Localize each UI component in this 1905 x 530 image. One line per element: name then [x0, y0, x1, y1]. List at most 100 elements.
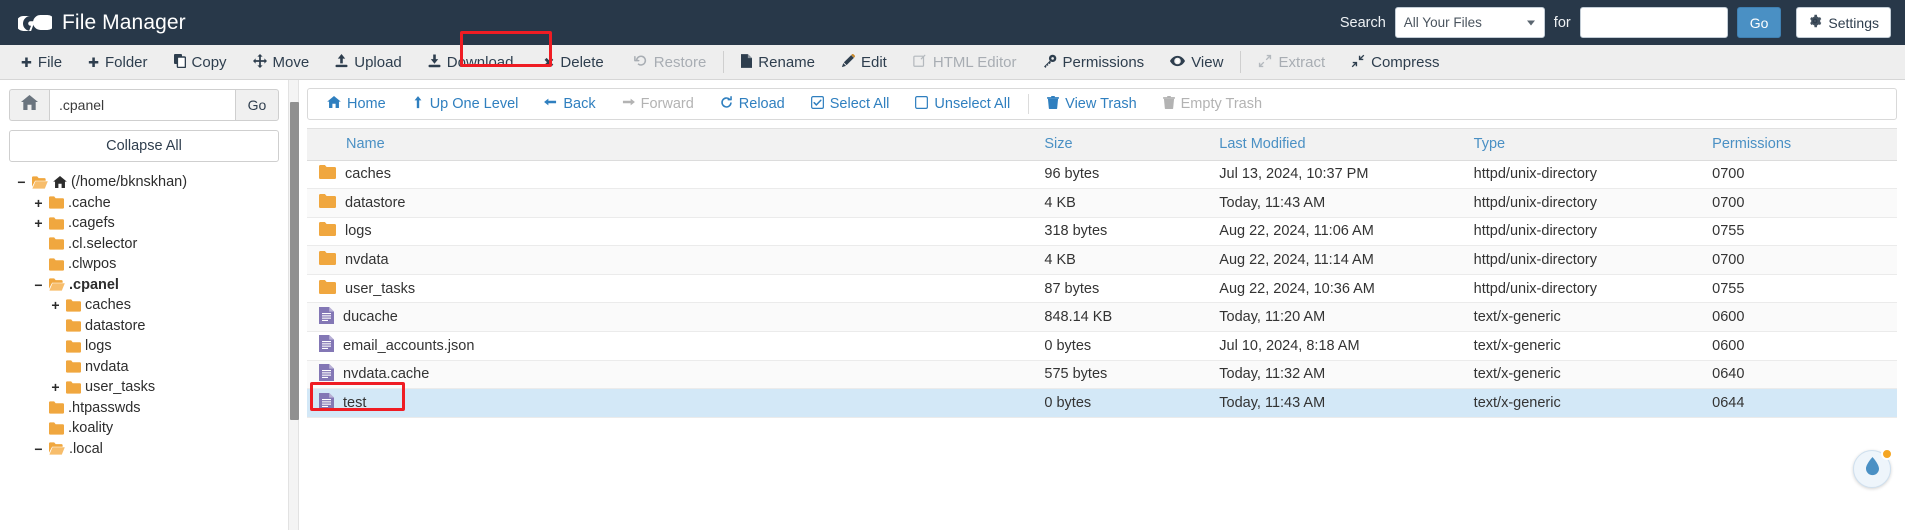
file-icon — [319, 392, 334, 414]
toolbar-rename[interactable]: Rename — [728, 45, 828, 80]
tree-node[interactable]: + user_tasks — [9, 377, 279, 398]
nav-label: Empty Trash — [1180, 96, 1263, 112]
column-header-permissions[interactable]: Permissions — [1706, 129, 1897, 161]
expand-plus-icon[interactable]: + — [32, 196, 45, 210]
sidebar-scrollbar[interactable] — [288, 80, 299, 530]
tree-node-label: .clwpos — [68, 256, 117, 273]
nav-home[interactable]: Home — [314, 89, 399, 119]
cell-name[interactable]: test — [307, 388, 1039, 418]
nav-forward: Forward — [609, 89, 707, 119]
nav-view-trash[interactable]: View Trash — [1034, 89, 1149, 119]
table-row[interactable]: email_accounts.json 0 bytes Jul 10, 2024, … — [307, 331, 1897, 361]
main-body: Go Collapse All − (/home/bknskhan) + .cache… — [0, 80, 1905, 530]
cell-name[interactable]: user_tasks — [307, 274, 1039, 304]
table-row[interactable]: test 0 bytes Today, 11:43 AM text/x-generic… — [307, 388, 1897, 418]
tree-node-label: user_tasks — [85, 379, 156, 396]
column-header-size[interactable]: Size — [1038, 129, 1214, 161]
tree-node[interactable]: − .local — [9, 439, 279, 460]
toolbar-label: Folder — [104, 53, 148, 71]
trash-icon — [1162, 95, 1175, 113]
checkbox-empty-icon — [915, 95, 929, 113]
toolbar-permissions[interactable]: Permissions — [1030, 45, 1158, 80]
nav-up-one-level[interactable]: Up One Level — [399, 89, 532, 119]
nav-back[interactable]: Back — [531, 89, 608, 119]
nav-reload[interactable]: Reload — [707, 89, 798, 119]
tree-node[interactable]: .koality — [9, 418, 279, 439]
cell-name[interactable]: caches — [307, 160, 1039, 190]
toolbar-download[interactable]: Download — [415, 45, 527, 80]
tree-node[interactable]: nvdata — [9, 357, 279, 378]
cell-size: 575 bytes — [1038, 360, 1214, 390]
tree-node-label: .cagefs — [68, 215, 115, 232]
nav-label: Back — [563, 96, 596, 112]
expand-plus-icon[interactable]: + — [49, 298, 62, 312]
cell-type: text/x-generic — [1467, 360, 1707, 390]
toolbar-compress[interactable]: Compress — [1338, 45, 1452, 80]
tree-node[interactable]: .cl.selector — [9, 234, 279, 255]
toolbar-label: Extract — [1278, 53, 1326, 71]
toolbar-new-file[interactable]: ✚ File — [8, 45, 75, 80]
toolbar-delete[interactable]: ✖ Delete — [527, 45, 621, 80]
toolbar-upload[interactable]: Upload — [322, 45, 415, 80]
column-header-last-modified[interactable]: Last Modified — [1213, 129, 1468, 161]
compress-icon — [1351, 54, 1365, 70]
expand-plus-icon[interactable]: + — [49, 380, 62, 394]
tree-node[interactable]: + .cache — [9, 193, 279, 214]
tree-node[interactable]: + caches — [9, 295, 279, 316]
table-row[interactable]: nvdata 4 KB Aug 22, 2024, 11:14 AM httpd/un… — [307, 245, 1897, 275]
download-icon — [428, 54, 441, 70]
collapse-minus-icon[interactable]: − — [15, 175, 28, 189]
table-row[interactable]: nvdata.cache 575 bytes Today, 11:32 AM text… — [307, 360, 1897, 390]
cell-last-modified: Today, 11:43 AM — [1213, 388, 1468, 418]
tree-node[interactable]: .htpasswds — [9, 398, 279, 419]
toolbar-edit[interactable]: Edit — [828, 45, 900, 80]
search-scope-select[interactable]: All Your Files — [1394, 7, 1545, 38]
nav-select-all[interactable]: Select All — [798, 89, 903, 119]
search-input[interactable] — [1579, 7, 1728, 38]
expand-icon — [1258, 54, 1272, 70]
cell-size: 0 bytes — [1038, 331, 1214, 361]
cell-name[interactable]: datastore — [307, 188, 1039, 218]
folder-icon — [49, 401, 64, 414]
settings-button[interactable]: Settings — [1796, 7, 1891, 38]
water-drop-icon — [1864, 457, 1881, 481]
nav-empty-trash: Empty Trash — [1150, 89, 1275, 119]
key-icon — [1043, 54, 1057, 70]
tree-node[interactable]: − .cpanel — [9, 275, 279, 296]
cell-name[interactable]: logs — [307, 217, 1039, 247]
sidebar-scroll-thumb[interactable] — [290, 102, 299, 420]
toolbar-copy[interactable]: Copy — [161, 45, 240, 80]
help-bubble-button[interactable] — [1853, 448, 1893, 488]
toolbar-move[interactable]: Move — [240, 45, 323, 80]
table-row[interactable]: ducache 848.14 KB Today, 11:20 AM text/x-ge… — [307, 302, 1897, 333]
cell-name[interactable]: ducache — [307, 302, 1039, 333]
tree-node[interactable]: datastore — [9, 316, 279, 337]
toolbar-view[interactable]: View — [1157, 45, 1236, 80]
column-header-name[interactable]: Name — [307, 129, 1039, 161]
cell-name[interactable]: nvdata — [307, 245, 1039, 275]
path-input[interactable] — [49, 89, 235, 121]
nav-label: Unselect All — [934, 96, 1011, 112]
tree-node[interactable]: − (/home/bknskhan) — [9, 172, 279, 193]
gear-icon — [1808, 14, 1822, 31]
expand-plus-icon[interactable]: + — [32, 216, 45, 230]
collapse-all-button[interactable]: Collapse All — [9, 130, 279, 162]
collapse-minus-icon[interactable]: − — [32, 442, 45, 456]
search-go-button[interactable]: Go — [1736, 7, 1782, 38]
sidebar-home-button[interactable] — [9, 89, 49, 121]
cell-name[interactable]: nvdata.cache — [307, 360, 1039, 390]
tree-node[interactable]: + .cagefs — [9, 213, 279, 234]
toolbar-new-folder[interactable]: ✚ Folder — [75, 45, 160, 80]
column-header-type[interactable]: Type — [1467, 129, 1707, 161]
collapse-minus-icon[interactable]: − — [32, 278, 45, 292]
cell-name[interactable]: email_accounts.json — [307, 331, 1039, 361]
table-row[interactable]: caches 96 bytes Jul 13, 2024, 10:37 PM http… — [307, 160, 1897, 190]
path-go-button[interactable]: Go — [235, 89, 279, 121]
tree-node[interactable]: .clwpos — [9, 254, 279, 275]
table-row[interactable]: logs 318 bytes Aug 22, 2024, 11:06 AM httpd… — [307, 217, 1897, 247]
table-row[interactable]: user_tasks 87 bytes Aug 22, 2024, 10:36 AM… — [307, 274, 1897, 304]
table-row[interactable]: datastore 4 KB Today, 11:43 AM httpd/unix-d… — [307, 188, 1897, 218]
nav-unselect-all[interactable]: Unselect All — [902, 89, 1023, 119]
tree-node[interactable]: logs — [9, 336, 279, 357]
nav-label: View Trash — [1065, 96, 1137, 112]
